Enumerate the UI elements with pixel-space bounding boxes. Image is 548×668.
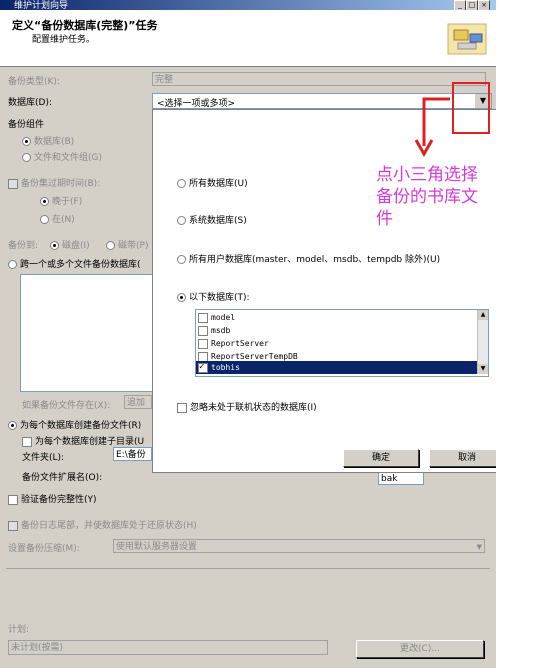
- compression-value: 使用默认服务器设置: [116, 542, 198, 552]
- if-exists-field[interactable]: 追加: [124, 395, 152, 409]
- database-dropdown-value: <选择一项或多项>: [157, 99, 236, 109]
- list-item-checkbox[interactable]: [198, 312, 208, 323]
- folder-label: 文件夹(L):: [22, 453, 65, 463]
- span-files-indicator: [8, 260, 17, 269]
- radio-tape-indicator: [106, 241, 115, 250]
- tail-log-checkbox[interactable]: 备份日志尾部，并使数据库处于还原状态(H): [8, 518, 197, 531]
- radio-system-db-indicator: [177, 216, 186, 225]
- ext-field[interactable]: bak: [378, 471, 424, 485]
- schedule-label: 计划:: [8, 625, 30, 635]
- folder-field[interactable]: E:\备份: [113, 447, 152, 461]
- expire-checkbox-box: [8, 178, 18, 189]
- list-item-checkbox[interactable]: [198, 361, 208, 374]
- radio-after-indicator: [40, 197, 49, 206]
- radio-tape-label: 磁带(P): [118, 241, 149, 251]
- if-exists-label: 如果备份文件存在(X):: [22, 401, 111, 411]
- ignore-offline-checkbox[interactable]: 忽略未处于联机状态的数据库(I): [177, 400, 317, 413]
- annotation-arrow-icon: [414, 97, 450, 158]
- list-item-label: model: [211, 313, 236, 322]
- chevron-down-icon: ▼: [476, 543, 482, 551]
- radio-user-db-indicator: [177, 255, 186, 264]
- database-label: 数据库(D):: [8, 98, 52, 108]
- change-schedule-button[interactable]: 更改(C)...: [356, 640, 484, 658]
- radio-all-db-label: 所有数据库(U): [189, 179, 248, 189]
- list-scrollbar[interactable]: ▲ ▼: [477, 310, 488, 374]
- list-item-checkbox[interactable]: [198, 338, 208, 349]
- list-item-label: ReportServerTempDB: [211, 352, 298, 361]
- radio-database-indicator: [22, 137, 31, 146]
- per-db-file-label: 为每个数据库创建备份文件(R): [20, 421, 142, 431]
- radio-files-label: 文件和文件组(G): [34, 153, 102, 163]
- wizard-header: 定义“备份数据库(完整)”任务 配置维护任务。: [0, 10, 496, 67]
- backup-component-label: 备份组件: [8, 120, 45, 130]
- ignore-offline-label: 忽略未处于联机状态的数据库(I): [190, 403, 317, 413]
- radio-these-db[interactable]: 以下数据库(T):: [177, 290, 250, 303]
- span-files-label: 跨一个或多个文件备份数据库(: [20, 260, 141, 270]
- expire-label: 备份集过期时间(B):: [21, 179, 101, 189]
- verify-checkbox[interactable]: 验证备份完整性(Y): [8, 492, 97, 505]
- radio-database-label: 数据库(B): [34, 137, 75, 147]
- radio-files-indicator: [22, 153, 31, 162]
- cancel-button[interactable]: 取消: [429, 449, 496, 467]
- per-db-subdir-label: 为每个数据库创建子目录(U: [35, 437, 145, 447]
- radio-these-db-indicator: [177, 293, 186, 302]
- page-subtitle: 配置维护任务。: [32, 35, 96, 45]
- radio-on[interactable]: 在(N): [40, 212, 75, 225]
- divider: [6, 568, 490, 569]
- annotation-highlight-box: [452, 82, 490, 134]
- wizard-banner-icon: [447, 23, 487, 55]
- chevron-down-icon[interactable]: ▼: [478, 364, 488, 374]
- list-item-label: msdb: [211, 326, 231, 335]
- verify-label: 验证备份完整性(Y): [21, 495, 97, 505]
- radio-user-db-label: 所有用户数据库(master、model、msdb、tempdb 除外)(U): [189, 255, 441, 265]
- radio-disk-label: 磁盘(I): [62, 241, 90, 251]
- compression-label: 设置备份压缩(M):: [8, 544, 80, 554]
- ok-button[interactable]: 确定: [343, 449, 419, 467]
- expire-checkbox[interactable]: 备份集过期时间(B):: [8, 176, 100, 189]
- radio-after-label: 晚于(F): [52, 197, 83, 207]
- list-item[interactable]: ReportServer: [196, 337, 478, 350]
- chevron-up-icon[interactable]: ▲: [478, 310, 488, 320]
- radio-on-label: 在(N): [52, 215, 75, 225]
- backup-to-label: 备份到:: [8, 241, 39, 251]
- radio-system-db-label: 系统数据库(S): [189, 216, 247, 226]
- span-files-radio[interactable]: 跨一个或多个文件备份数据库(: [8, 257, 141, 270]
- list-item-checkbox[interactable]: [198, 325, 208, 336]
- ext-label: 备份文件扩展名(O):: [22, 473, 103, 483]
- radio-system-db[interactable]: 系统数据库(S): [177, 213, 247, 226]
- list-item[interactable]: msdb: [196, 324, 478, 337]
- backup-type-field: 完整: [152, 72, 486, 86]
- radio-disk-indicator: [50, 241, 59, 250]
- annotation-text: 点小三角选择备份的书库文件: [376, 165, 478, 229]
- tail-log-box: [8, 520, 18, 531]
- radio-all-db[interactable]: 所有数据库(U): [177, 176, 248, 189]
- radio-after[interactable]: 晚于(F): [40, 194, 82, 207]
- list-item-label: ReportServer: [211, 339, 269, 348]
- backup-type-label: 备份类型(K):: [8, 77, 60, 87]
- list-item[interactable]: model: [196, 311, 478, 324]
- radio-user-db[interactable]: 所有用户数据库(master、model、msdb、tempdb 除外)(U): [177, 252, 440, 265]
- radio-all-db-indicator: [177, 179, 186, 188]
- backup-files-list[interactable]: [20, 274, 154, 392]
- ignore-offline-box: [177, 402, 187, 413]
- per-db-file-indicator: [8, 421, 17, 430]
- radio-disk[interactable]: 磁盘(I): [50, 238, 90, 251]
- verify-box: [8, 494, 18, 505]
- compression-field[interactable]: 使用默认服务器设置 ▼: [113, 539, 485, 553]
- radio-files[interactable]: 文件和文件组(G): [22, 150, 102, 163]
- page-title: 定义“备份数据库(完整)”任务: [12, 19, 158, 32]
- list-item-label: tobhis: [211, 363, 240, 372]
- title-bar: 维护计划向导 _ □ ×: [0, 0, 496, 11]
- tail-log-label: 备份日志尾部，并使数据库处于还原状态(H): [21, 521, 197, 531]
- per-db-subdir-checkbox[interactable]: 为每个数据库创建子目录(U: [22, 434, 144, 447]
- list-item[interactable]: tobhis: [196, 361, 478, 374]
- radio-these-db-label: 以下数据库(T):: [189, 293, 250, 303]
- radio-tape[interactable]: 磁带(P): [106, 238, 148, 251]
- per-db-subdir-box: [22, 436, 32, 447]
- per-db-file-radio[interactable]: 为每个数据库创建备份文件(R): [8, 418, 141, 431]
- schedule-field: 未计划(按需): [8, 640, 328, 655]
- radio-database[interactable]: 数据库(B): [22, 134, 74, 147]
- radio-on-indicator: [40, 215, 49, 224]
- database-list[interactable]: model msdb ReportServer ReportServerTemp…: [195, 309, 489, 377]
